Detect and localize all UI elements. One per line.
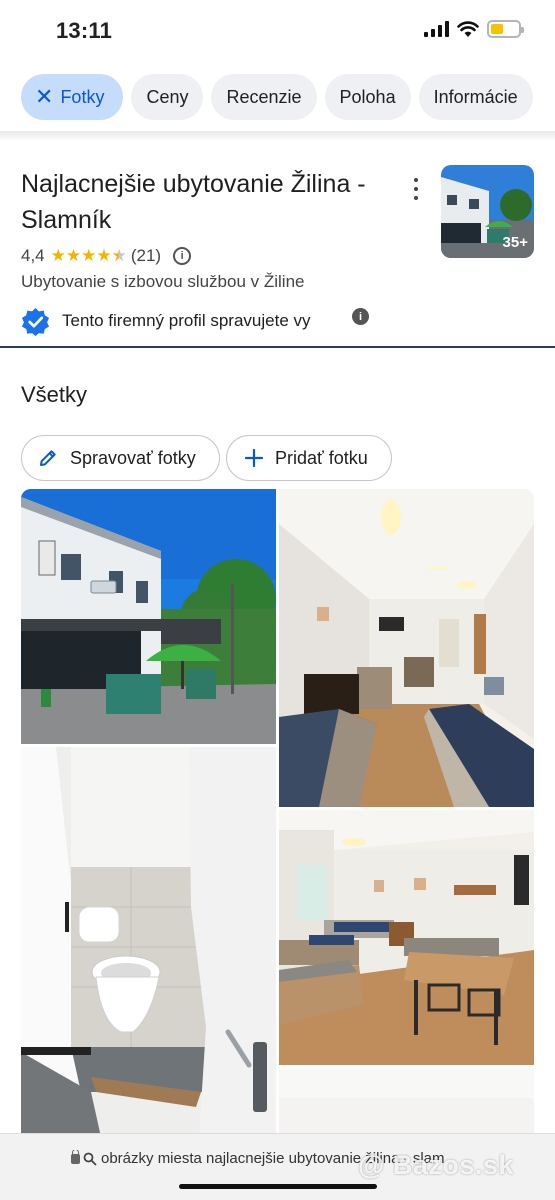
place-category: Ubytovanie s izbovou službou v Žiline (21, 272, 305, 291)
manage-photos-label: Spravovať fotky (70, 447, 196, 468)
plus-icon (245, 449, 263, 467)
manage-photos-button[interactable]: Spravovať fotky (21, 435, 220, 481)
photo-count: 35+ (502, 234, 528, 251)
cellular-signal-icon (424, 21, 449, 37)
review-count: (21) (130, 246, 162, 265)
photo-partial[interactable] (279, 1068, 534, 1138)
rating-row[interactable]: 4,4 ★★★★★ (21) i (21, 244, 192, 268)
filter-chips: ✕ Fotky Ceny Recenzie Poloha Informácie (0, 74, 555, 122)
photo-bathroom-toilet[interactable] (21, 747, 276, 1137)
search-icon (83, 1152, 97, 1166)
chip-label: Ceny (146, 86, 189, 107)
add-photo-label: Pridať fotku (275, 447, 368, 468)
section-title: Všetky (21, 382, 88, 407)
verified-owner-row: Tento firemný profil spravujete vy (21, 306, 311, 336)
close-icon: ✕ (35, 84, 54, 109)
chip-recenzie[interactable]: Recenzie (211, 74, 317, 120)
chip-informacie[interactable]: Informácie (418, 74, 533, 120)
wifi-icon (457, 20, 479, 37)
pencil-icon (38, 448, 58, 468)
home-indicator[interactable] (179, 1184, 377, 1189)
verified-badge-icon (21, 307, 50, 336)
chip-label: Informácie (433, 86, 518, 107)
chip-ceny[interactable]: Ceny (131, 74, 204, 120)
chip-fotky[interactable]: ✕ Fotky (21, 74, 124, 120)
add-photo-button[interactable]: Pridať fotku (226, 435, 392, 481)
rating-value: 4,4 (21, 246, 45, 265)
chip-label: Poloha (339, 86, 396, 107)
place-thumbnail[interactable]: 35+ (441, 165, 534, 258)
chip-label: Fotky (60, 86, 105, 107)
place-title: Najlacnejšie ubytovanie Žilina - Slamník (21, 170, 366, 234)
photo-building-exterior[interactable] (21, 489, 276, 744)
battery-icon (487, 20, 524, 38)
verified-info-icon[interactable]: i (352, 308, 369, 325)
photo-room-beds[interactable] (279, 489, 534, 807)
status-bar: 13:11 (0, 0, 555, 62)
divider (0, 346, 555, 348)
verified-text: Tento firemný profil spravujete vy (62, 311, 311, 330)
lock-icon (71, 1150, 80, 1164)
status-time: 13:11 (56, 18, 113, 43)
watermark-logo: @ Bazos.sk (358, 1150, 514, 1180)
header-shadow (0, 131, 555, 141)
photo-room-table[interactable] (279, 810, 534, 1065)
more-options-icon[interactable] (410, 178, 422, 200)
chip-poloha[interactable]: Poloha (324, 74, 411, 120)
chip-label: Recenzie (226, 86, 302, 107)
info-icon[interactable]: i (173, 247, 192, 265)
star-rating-icon: ★★★★★ (50, 246, 127, 265)
status-icons (424, 20, 524, 38)
